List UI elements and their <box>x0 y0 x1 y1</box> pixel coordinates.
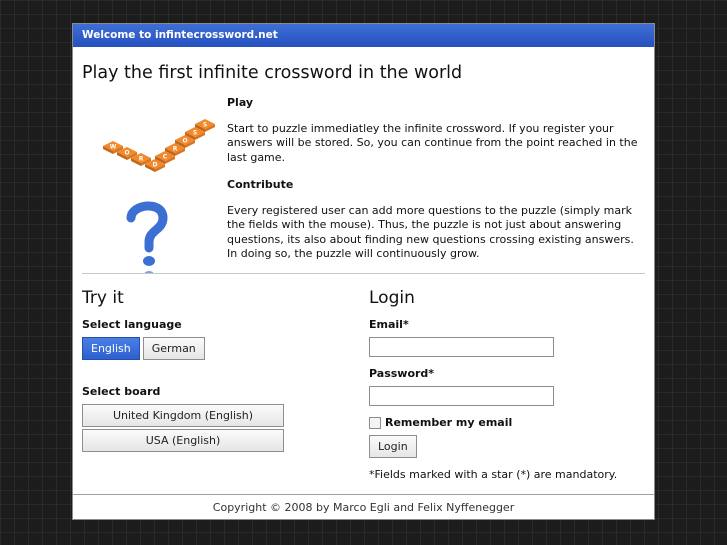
remember-row: Remember my email <box>369 416 639 429</box>
intro-section: Play Start to puzzle immediatley the inf… <box>227 96 647 275</box>
language-english-button[interactable]: English <box>82 337 140 360</box>
main-window: Welcome to infintecrossword.net Play the… <box>72 23 655 520</box>
language-selector: English German <box>82 337 302 360</box>
select-board-label: Select board <box>82 385 161 398</box>
svg-text:W: W <box>110 144 117 151</box>
board-uk-button[interactable]: United Kingdom (English) <box>82 404 284 427</box>
password-field[interactable] <box>369 386 554 406</box>
try-it-title: Try it <box>82 288 124 308</box>
language-german-button[interactable]: German <box>142 337 205 360</box>
svg-text:S: S <box>203 122 207 129</box>
contribute-heading: Contribute <box>227 178 294 191</box>
email-field[interactable] <box>369 337 554 357</box>
remember-checkbox[interactable] <box>369 416 381 429</box>
section-divider <box>82 273 645 274</box>
page-headline: Play the first infinite crossword in the… <box>82 63 463 83</box>
contribute-text: Every registered user can add more quest… <box>227 203 634 261</box>
svg-text:R: R <box>139 156 144 163</box>
login-title: Login <box>369 288 415 308</box>
crossword-question-logo-icon: WORDCROSS <box>89 104 219 289</box>
svg-text:S: S <box>193 130 197 137</box>
login-button[interactable]: Login <box>369 435 417 458</box>
remember-label: Remember my email <box>385 416 513 429</box>
mandatory-note: *Fields marked with a star (*) are manda… <box>369 468 618 481</box>
board-usa-button[interactable]: USA (English) <box>82 429 284 452</box>
email-label: Email* <box>369 318 409 331</box>
play-heading: Play <box>227 96 254 109</box>
play-text: Start to puzzle immediatley the infinite… <box>227 121 638 164</box>
window-titlebar: Welcome to infintecrossword.net <box>73 24 654 47</box>
select-language-label: Select language <box>82 318 182 331</box>
svg-text:R: R <box>173 146 178 153</box>
svg-text:D: D <box>153 162 158 169</box>
try-it-section: Try it Select language English German Se… <box>82 288 302 454</box>
svg-text:O: O <box>182 138 187 145</box>
password-label: Password* <box>369 367 435 380</box>
svg-text:C: C <box>163 154 168 161</box>
footer-copyright: Copyright © 2008 by Marco Egli and Felix… <box>212 501 515 514</box>
svg-text:O: O <box>124 150 129 157</box>
footer-divider <box>73 494 654 495</box>
login-section: Login Email* Password* Remember my email… <box>369 288 639 481</box>
